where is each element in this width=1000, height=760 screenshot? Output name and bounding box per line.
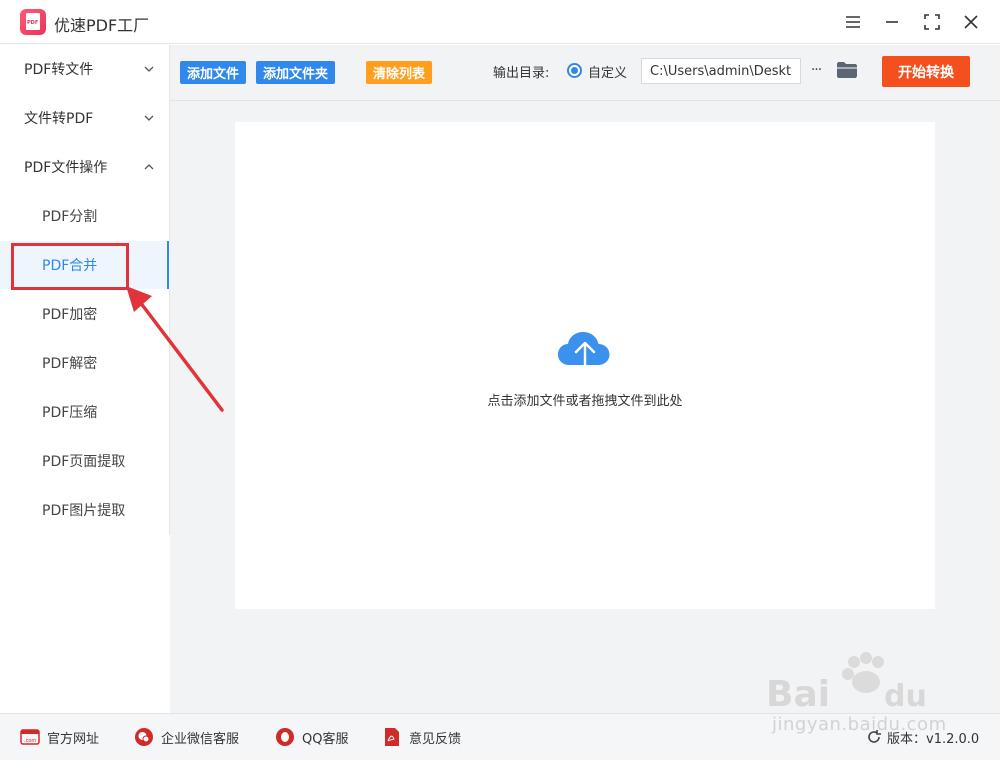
output-path-input[interactable]: [641, 58, 801, 84]
svg-text:.com: .com: [24, 738, 36, 744]
app-logo-icon: [20, 9, 46, 35]
watermark-text: jingyan.baidu.com: [772, 714, 947, 735]
svg-text:du: du: [884, 679, 927, 714]
main-panel: 添加文件 添加文件夹 清除列表 输出目录: 自定义 ··· 开始转换 点击添加文…: [170, 45, 1000, 713]
annotation-highlight-box: [11, 243, 129, 290]
start-convert-button[interactable]: 开始转换: [882, 56, 970, 87]
sidebar-item-pdf-compress[interactable]: PDF压缩: [42, 400, 97, 424]
folder-icon[interactable]: [836, 60, 858, 80]
qq-support-link[interactable]: QQ客服: [275, 727, 348, 747]
cloud-upload-icon: [558, 332, 610, 375]
minimize-icon[interactable]: [878, 8, 906, 36]
drop-hint-text: 点击添加文件或者拖拽文件到此处: [487, 394, 683, 409]
website-icon: .com: [20, 727, 40, 747]
annotation-arrow-icon: [126, 286, 224, 412]
sidebar-group-pdf-to-file[interactable]: PDF转文件: [24, 57, 154, 81]
feedback-pdf-icon: [382, 727, 402, 747]
maximize-icon[interactable]: [918, 8, 946, 36]
sidebar-item-pdf-split[interactable]: PDF分割: [42, 204, 97, 228]
file-drop-zone[interactable]: 点击添加文件或者拖拽文件到此处: [235, 122, 935, 609]
add-folder-button[interactable]: 添加文件夹: [256, 61, 336, 84]
custom-output-radio[interactable]: [567, 63, 582, 78]
sidebar-item-pdf-page-extract[interactable]: PDF页面提取: [42, 449, 125, 473]
sidebar-empty-area: [0, 535, 170, 713]
chevron-down-icon: [144, 115, 154, 121]
app-title: 优速PDF工厂: [54, 16, 150, 35]
sidebar-item-pdf-decrypt[interactable]: PDF解密: [42, 351, 97, 375]
wechat-support-link[interactable]: 企业微信客服: [134, 727, 239, 747]
title-bar: 优速PDF工厂: [0, 0, 1000, 44]
chevron-up-icon: [144, 164, 154, 170]
sidebar-item-pdf-image-extract[interactable]: PDF图片提取: [42, 498, 125, 522]
feedback-link[interactable]: 意见反馈: [382, 727, 461, 747]
menu-icon[interactable]: [839, 8, 867, 36]
output-dir-label: 输出目录:: [493, 66, 550, 81]
more-options-button[interactable]: ···: [808, 59, 824, 81]
svg-text:Bai: Bai: [766, 674, 830, 715]
chevron-down-icon: [144, 66, 154, 72]
toolbar: 添加文件 添加文件夹 清除列表 输出目录: 自定义 ··· 开始转换: [170, 45, 1000, 101]
qq-icon: [275, 727, 295, 747]
sidebar-group-file-to-pdf[interactable]: 文件转PDF: [24, 106, 154, 130]
official-website-link[interactable]: .com 官方网址: [20, 727, 99, 747]
close-icon[interactable]: [957, 8, 985, 36]
sidebar-group-pdf-operations[interactable]: PDF文件操作: [24, 155, 154, 179]
wechat-icon: [134, 727, 154, 747]
clear-list-button[interactable]: 清除列表: [366, 61, 433, 84]
add-file-button[interactable]: 添加文件: [180, 61, 247, 84]
custom-output-label[interactable]: 自定义: [588, 62, 627, 81]
sidebar-item-pdf-encrypt[interactable]: PDF加密: [42, 302, 97, 326]
